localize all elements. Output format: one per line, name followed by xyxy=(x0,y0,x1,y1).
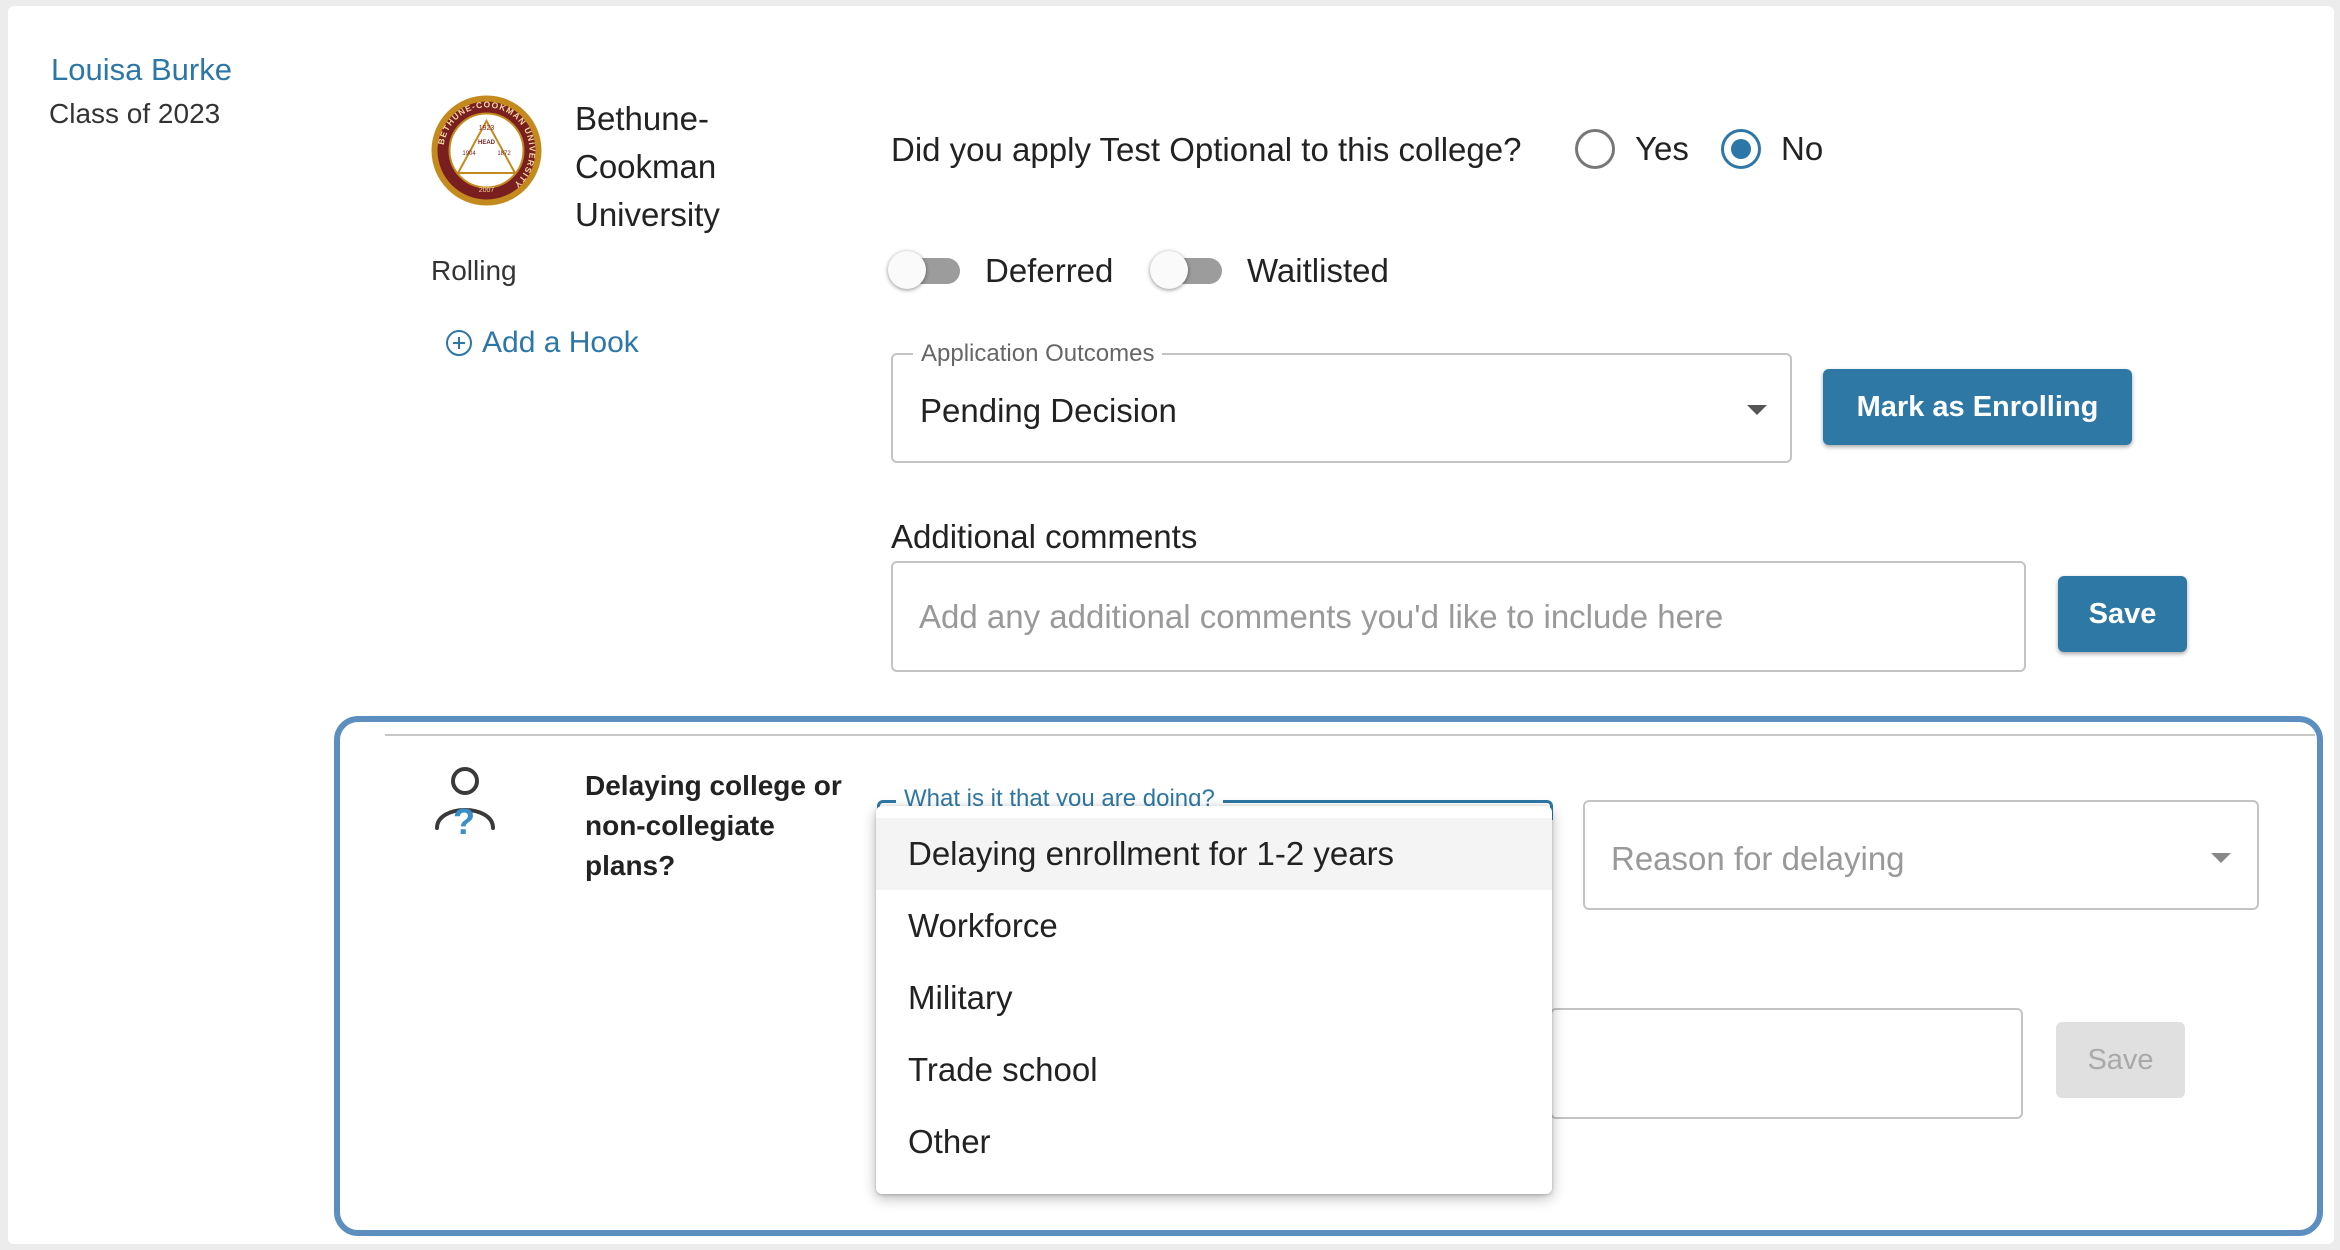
caret-down-icon xyxy=(1747,405,1767,415)
additional-comments-label: Additional comments xyxy=(891,518,1198,555)
college-name: Bethune- Cookman University xyxy=(575,100,720,233)
waitlisted-label: Waitlisted xyxy=(1247,252,1389,289)
reason-for-delaying-placeholder: Reason for delaying xyxy=(1611,840,1905,877)
deadline-type: Rolling xyxy=(431,255,517,286)
radio-no-label: No xyxy=(1781,130,1824,167)
svg-text:1872: 1872 xyxy=(497,151,511,157)
student-class-year: Class of 2023 xyxy=(49,98,221,129)
radio-yes-control[interactable] xyxy=(1575,129,1615,169)
what-are-you-doing-menu: Delaying enrollment for 1-2 years Workfo… xyxy=(876,806,1552,1194)
delaying-plans-title: Delaying college or non-collegiate plans… xyxy=(585,770,842,881)
delaying-notes-input[interactable] xyxy=(1550,1008,2023,1119)
application-outcomes-value: Pending Decision xyxy=(920,392,1177,429)
application-outcomes-legend: Application Outcomes xyxy=(913,340,1163,368)
menu-option-other[interactable]: Other xyxy=(876,1106,1552,1178)
radio-yes-label: Yes xyxy=(1635,130,1689,167)
college-seal-logo: BETHUNE-COOKMAN UNIVERSITY 1923 HEAD 190… xyxy=(431,95,542,206)
svg-text:HEAD: HEAD xyxy=(478,140,496,146)
radio-yes[interactable]: Yes xyxy=(1575,129,1689,169)
add-circle-icon xyxy=(446,330,472,356)
menu-option-delaying-enrollment[interactable]: Delaying enrollment for 1-2 years xyxy=(876,818,1552,890)
deferred-label: Deferred xyxy=(985,252,1114,289)
svg-text:1904: 1904 xyxy=(462,151,476,157)
caret-down-icon xyxy=(2211,853,2231,863)
svg-text:1923: 1923 xyxy=(479,125,495,132)
reason-for-delaying-select[interactable]: Reason for delaying xyxy=(1583,800,2259,910)
menu-option-military[interactable]: Military xyxy=(876,962,1552,1034)
menu-option-workforce[interactable]: Workforce xyxy=(876,890,1552,962)
mark-as-enrolling-button[interactable]: Mark as Enrolling xyxy=(1823,369,2132,445)
delaying-save-button[interactable]: Save xyxy=(2056,1022,2185,1098)
panel-divider xyxy=(385,734,2315,736)
add-hook-label: Add a Hook xyxy=(482,326,639,359)
deferred-toggle[interactable] xyxy=(888,250,960,290)
add-hook-button[interactable]: Add a Hook xyxy=(446,326,639,360)
waitlisted-toggle[interactable] xyxy=(1150,250,1222,290)
additional-comments-input[interactable] xyxy=(891,561,2026,672)
menu-option-trade-school[interactable]: Trade school xyxy=(876,1034,1552,1106)
student-name-link[interactable]: Louisa Burke xyxy=(51,52,232,88)
svg-text:2007: 2007 xyxy=(479,187,495,194)
comments-save-button[interactable]: Save xyxy=(2058,576,2187,652)
radio-no-control[interactable] xyxy=(1721,129,1761,169)
radio-no[interactable]: No xyxy=(1721,129,1823,169)
test-optional-question: Did you apply Test Optional to this coll… xyxy=(891,131,1522,168)
application-outcomes-select[interactable]: Application Outcomes Pending Decision xyxy=(891,340,1792,463)
svg-text:?: ? xyxy=(453,801,475,840)
person-question-icon: ? xyxy=(435,767,495,840)
